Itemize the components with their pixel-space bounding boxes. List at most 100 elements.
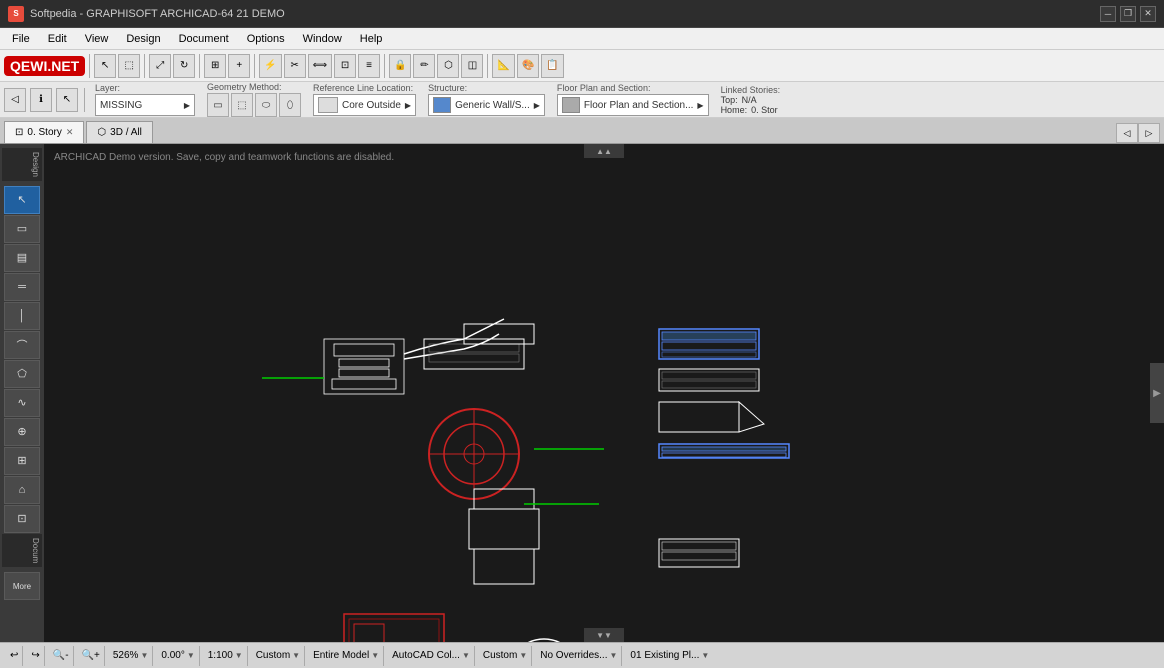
top-label: Top: (721, 95, 738, 105)
linked-stories-group: Linked Stories: Top: N/A Home: 0. Stor (717, 85, 785, 115)
left-tool-door[interactable]: ⊡ (4, 505, 40, 533)
status-entire-model[interactable]: Entire Model ▼ (309, 646, 384, 666)
refline-arrow-icon: ▶ (405, 101, 411, 110)
toolbar-btn-edit[interactable]: ✏ (413, 54, 435, 78)
status-existing-plan[interactable]: 01 Existing Pl... ▼ (626, 646, 713, 666)
floorplan-value: Floor Plan and Section... (584, 100, 694, 111)
left-tool-line[interactable]: │ (4, 302, 40, 330)
menu-options[interactable]: Options (239, 31, 293, 47)
toolbar-btn-layers[interactable]: 📋 (541, 54, 563, 78)
toolbar-btn-move[interactable]: ⤢ (149, 54, 171, 78)
toolbar-properties: ◁ ℹ ↖ Layer: MISSING ▶ Geometry Method: … (0, 82, 1164, 118)
status-zoom-out[interactable]: 🔍- (49, 646, 74, 666)
status-zoom-in[interactable]: 🔍+ (78, 646, 105, 666)
structure-value: Generic Wall/S... (455, 100, 530, 111)
structure-arrow-icon: ▶ (534, 101, 540, 110)
structure-select[interactable]: Generic Wall/S... ▶ (428, 94, 545, 116)
toolbar-btn-arrow[interactable]: ↖ (94, 54, 116, 78)
toolbar-btn-measure[interactable]: 📐 (492, 54, 514, 78)
layer-group: Layer: MISSING ▶ (91, 83, 199, 116)
tb2-btn-info[interactable]: ℹ (30, 88, 52, 112)
autocad-value: AutoCAD Col... (392, 650, 460, 661)
menu-bar: File Edit View Design Document Options W… (0, 28, 1164, 50)
autocad-arrow-icon: ▼ (462, 651, 470, 660)
structure-group: Structure: Generic Wall/S... ▶ (424, 83, 549, 116)
menu-help[interactable]: Help (352, 31, 391, 47)
toolbar-btn-align[interactable]: ≡ (358, 54, 380, 78)
menu-edit[interactable]: Edit (40, 31, 75, 47)
menu-view[interactable]: View (77, 31, 117, 47)
status-overrides[interactable]: No Overrides... ▼ (536, 646, 622, 666)
tab-3d[interactable]: ⬡ 3D / All (86, 121, 152, 143)
status-autocad[interactable]: AutoCAD Col... ▼ (388, 646, 475, 666)
toolbar-btn-render[interactable]: 🎨 (517, 54, 539, 78)
cad-drawing: GRAPHISOFT (44, 144, 1164, 642)
left-tool-roof[interactable]: ⌂ (4, 476, 40, 504)
menu-design[interactable]: Design (118, 31, 168, 47)
status-zoom-level[interactable]: 526% ▼ (109, 646, 154, 666)
menu-window[interactable]: Window (295, 31, 350, 47)
sep2 (144, 54, 145, 78)
geo-btn3[interactable]: ⬭ (255, 93, 277, 117)
tab-0story[interactable]: ⊡ 0. Story ✕ (4, 121, 84, 143)
canvas-area[interactable]: ARCHICAD Demo version. Save, copy and te… (44, 144, 1164, 642)
left-tool-fill[interactable]: ⊕ (4, 418, 40, 446)
toolbar-btn-section[interactable]: ◫ (461, 54, 483, 78)
toolbar-btn-snap[interactable]: + (228, 54, 250, 78)
model-arrow-icon: ▼ (371, 651, 379, 660)
minimize-button[interactable]: ─ (1100, 6, 1116, 22)
layer-select[interactable]: MISSING ▶ (95, 94, 195, 116)
tab-nav-buttons: ◁ ▷ (1116, 123, 1160, 143)
geo-btn4[interactable]: ⬯ (279, 93, 301, 117)
left-tool-slab[interactable]: ⊞ (4, 447, 40, 475)
menu-document[interactable]: Document (171, 31, 237, 47)
custom2-arrow-icon: ▼ (519, 651, 527, 660)
tab-back-btn[interactable]: ◁ (1116, 123, 1138, 143)
app-icon: S (8, 6, 24, 22)
left-tool-poly[interactable]: ⬠ (4, 360, 40, 388)
left-tool-spline[interactable]: ∿ (4, 389, 40, 417)
status-custom2[interactable]: Custom ▼ (479, 646, 532, 666)
toolbar-row1: QEWI.NET ↖ ⬚ ⤢ ↻ ⊞ + ⚡ ✂ ⟺ ⊡ ≡ 🔒 ✏ ⬡ ◫ 📐… (0, 50, 1164, 82)
status-custom1[interactable]: Custom ▼ (252, 646, 305, 666)
toolbar-btn-stretch[interactable]: ⟺ (308, 54, 332, 78)
toolbar-btn-magic[interactable]: ⚡ (259, 54, 281, 78)
toolbar-btn-3d[interactable]: ⬡ (437, 54, 459, 78)
title-bar-left: S Softpedia - GRAPHISOFT ARCHICAD-64 21 … (8, 6, 285, 22)
status-redo[interactable]: ↪ (27, 646, 44, 666)
status-undo[interactable]: ↩ (6, 646, 23, 666)
toolbar-btn-grid[interactable]: ⊞ (204, 54, 226, 78)
toolbar-btn-select[interactable]: ⬚ (118, 54, 140, 78)
geo-btn1[interactable]: ▭ (207, 93, 229, 117)
toolbar-btn-lock[interactable]: 🔒 (389, 54, 411, 78)
floorplan-select[interactable]: Floor Plan and Section... ▶ (557, 94, 709, 116)
left-tool-column[interactable]: ▤ (4, 244, 40, 272)
status-rotation[interactable]: 0.00° ▼ (157, 646, 199, 666)
left-tool-more[interactable]: More (4, 572, 40, 600)
right-panel-collapse[interactable]: ▶ (1150, 363, 1164, 423)
tab-0story-close[interactable]: ✕ (66, 127, 74, 138)
geo-btn2[interactable]: ⬚ (231, 93, 253, 117)
menu-file[interactable]: File (4, 31, 38, 47)
toolbar-btn-crop[interactable]: ⊡ (334, 54, 356, 78)
tab-forward-btn[interactable]: ▷ (1138, 123, 1160, 143)
structure-label: Structure: (428, 83, 545, 93)
sep6 (487, 54, 488, 78)
close-button[interactable]: ✕ (1140, 6, 1156, 22)
refline-select[interactable]: Core Outside ▶ (313, 94, 416, 116)
tab-3d-label: 3D / All (110, 127, 142, 138)
restore-button[interactable]: ❐ (1120, 6, 1136, 22)
left-section-docum: Docum (2, 534, 42, 567)
left-tool-wall[interactable]: ▭ (4, 215, 40, 243)
left-tool-beam[interactable]: ═ (4, 273, 40, 301)
left-tool-arc[interactable]: ⌒ (4, 331, 40, 359)
tb2-btn-prev[interactable]: ◁ (4, 88, 26, 112)
tb2-btn-select2[interactable]: ↖ (56, 88, 78, 112)
left-tool-select[interactable]: ↖ (4, 186, 40, 214)
scale-arrow-icon: ▼ (235, 651, 243, 660)
status-scale[interactable]: 1:100 ▼ (204, 646, 248, 666)
toolbar-btn-rotate[interactable]: ↻ (173, 54, 195, 78)
toolbar-btn-scissors[interactable]: ✂ (284, 54, 306, 78)
home-value: 0. Stor (751, 105, 778, 115)
custom1-arrow-icon: ▼ (292, 651, 300, 660)
